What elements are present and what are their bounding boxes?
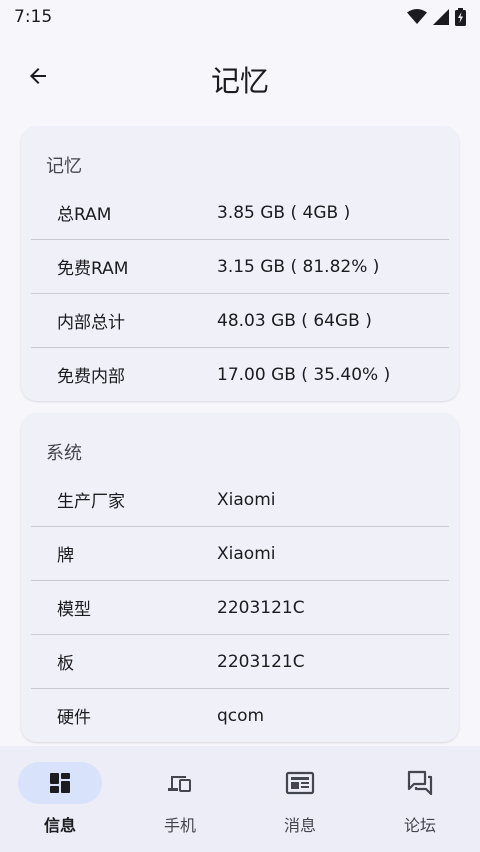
row-value: 2203121C bbox=[217, 651, 305, 672]
status-icons bbox=[407, 8, 466, 26]
row-label: 总RAM bbox=[57, 205, 112, 225]
system-row: 硬件 qcom bbox=[31, 689, 449, 742]
row-label: 硬件 bbox=[57, 708, 91, 728]
nav-item-phone[interactable]: 手机 bbox=[120, 746, 240, 852]
row-label: 内部总计 bbox=[57, 313, 125, 333]
nav-label: 手机 bbox=[163, 816, 196, 835]
dashboard-icon bbox=[50, 773, 70, 793]
row-label: 板 bbox=[57, 654, 74, 674]
system-row: 板 2203121C bbox=[31, 635, 449, 689]
status-bar: 7:15 bbox=[0, 0, 480, 34]
bottom-navigation: 信息 手机 消息 论坛 bbox=[0, 746, 480, 852]
row-label: 模型 bbox=[57, 600, 91, 620]
row-value: Xiaomi bbox=[217, 543, 276, 564]
newspaper-icon bbox=[285, 771, 315, 795]
nav-icon-container bbox=[138, 762, 222, 804]
row-label: 免费RAM bbox=[57, 259, 129, 279]
status-time: 7:15 bbox=[14, 7, 53, 27]
memory-card: 记忆 总RAM 3.85 GB ( 4GB ) 免费RAM 3.15 GB ( … bbox=[21, 126, 459, 401]
signal-icon bbox=[433, 9, 449, 25]
row-label: 牌 bbox=[57, 546, 74, 566]
nav-icon-container bbox=[258, 762, 342, 804]
system-row: 牌 Xiaomi bbox=[31, 527, 449, 581]
memory-row: 内部总计 48.03 GB ( 64GB ) bbox=[31, 294, 449, 348]
nav-active-indicator bbox=[18, 762, 102, 804]
row-value: 2203121C bbox=[217, 597, 305, 618]
forum-icon bbox=[407, 770, 433, 796]
memory-row: 免费RAM 3.15 GB ( 81.82% ) bbox=[31, 240, 449, 294]
row-label: 免费内部 bbox=[57, 367, 125, 387]
battery-charging-icon bbox=[455, 8, 466, 26]
memory-row: 免费内部 17.00 GB ( 35.40% ) bbox=[31, 348, 449, 401]
page-title: 记忆 bbox=[210, 64, 269, 98]
nav-label: 论坛 bbox=[403, 816, 436, 835]
content-scroll-area[interactable]: 记忆 总RAM 3.85 GB ( 4GB ) 免费RAM 3.15 GB ( … bbox=[0, 126, 480, 746]
devices-icon bbox=[168, 776, 191, 792]
system-row: 生产厂家 Xiaomi bbox=[31, 473, 449, 527]
nav-item-news[interactable]: 消息 bbox=[240, 746, 360, 852]
nav-label: 信息 bbox=[43, 816, 76, 835]
nav-label: 消息 bbox=[283, 816, 316, 835]
row-value: qcom bbox=[217, 705, 265, 726]
memory-row: 总RAM 3.85 GB ( 4GB ) bbox=[31, 186, 449, 240]
nav-item-forum[interactable]: 论坛 bbox=[360, 746, 480, 852]
system-card: 系统 生产厂家 Xiaomi 牌 Xiaomi 模型 2203121C 板 22… bbox=[21, 413, 459, 742]
app-bar: 记忆 bbox=[0, 44, 480, 108]
memory-card-header: 记忆 bbox=[46, 156, 82, 177]
system-card-header: 系统 bbox=[46, 443, 82, 464]
row-value: Xiaomi bbox=[217, 489, 276, 510]
row-value: 17.00 GB ( 35.40% ) bbox=[217, 364, 391, 385]
nav-icon-container bbox=[378, 762, 462, 804]
row-value: 48.03 GB ( 64GB ) bbox=[217, 310, 372, 331]
system-row: 模型 2203121C bbox=[31, 581, 449, 635]
row-value: 3.85 GB ( 4GB ) bbox=[217, 202, 351, 223]
nav-item-info[interactable]: 信息 bbox=[0, 746, 120, 852]
row-value: 3.15 GB ( 81.82% ) bbox=[217, 256, 380, 277]
wifi-icon bbox=[407, 9, 427, 24]
row-label: 生产厂家 bbox=[57, 492, 125, 512]
